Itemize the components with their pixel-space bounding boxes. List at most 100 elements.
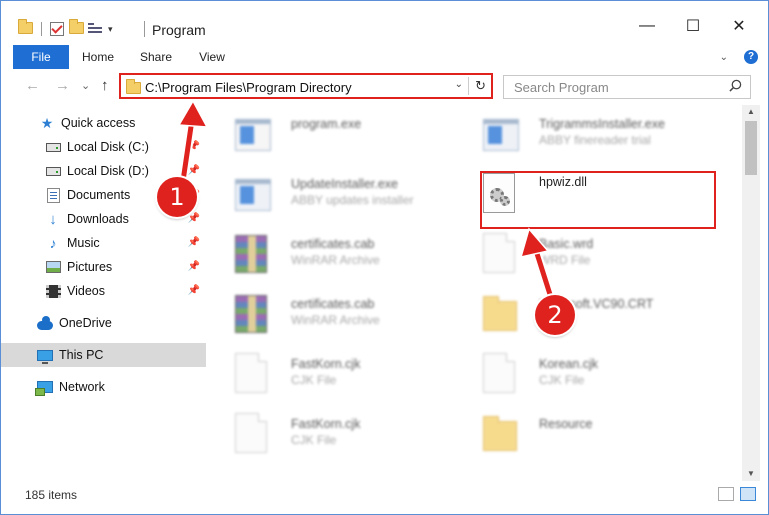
file-item[interactable]: program.exe [211,109,461,165]
quick-access-toolbar: ▾ [17,19,113,37]
star-icon: ★ [40,114,54,131]
sidebar-item-local-disk-c[interactable]: Local Disk (C:) 📌 [1,135,206,159]
sidebar-item-network[interactable]: Network [1,375,206,399]
network-icon [35,379,53,396]
sidebar-item-label: Local Disk (C:) [67,140,149,154]
address-bar[interactable]: C:\Program Files\Program Directory ⌄ ↻ [119,73,493,99]
file-item[interactable]: FastKorn.cjk CJK File [211,349,461,405]
file-item[interactable]: certificates.cab WinRAR Archive [211,289,461,345]
file-item[interactable]: certificates.cab WinRAR Archive [211,229,461,285]
sidebar-item-quick-access[interactable]: ★ Quick access [1,111,206,135]
sidebar-item-onedrive[interactable]: OneDrive [1,311,206,335]
sidebar-item-videos[interactable]: Videos 📌 [1,279,206,303]
document-icon [483,233,519,275]
up-button[interactable]: ↑ [101,77,109,94]
documents-icon [45,187,61,203]
new-folder-icon[interactable] [68,19,84,37]
window-title: Program [152,22,206,38]
back-button[interactable]: ← [25,77,40,94]
address-divider [468,77,469,95]
file-name: FastKorn.cjk [291,417,361,431]
pin-icon[interactable]: 📌 [188,141,200,152]
download-icon: ↓ [49,210,57,228]
sidebar-item-label: Pictures [67,260,113,274]
file-item[interactable]: TrigrammsInstaller.exe ABBY finereader t… [459,109,709,165]
status-bar: 185 items [1,483,768,507]
file-type: CJK File [291,373,337,387]
computer-icon [37,347,53,364]
step-marker-1: 1 [157,177,197,217]
pin-icon[interactable]: 📌 [188,165,200,176]
file-item[interactable]: FastKorn.cjk CJK File [211,409,461,465]
highlight-box-hpwiz-dll [480,171,716,229]
forward-button[interactable]: → [55,77,70,94]
window-controls: — ☐ ✕ [624,11,762,41]
minimize-button[interactable]: — [624,11,670,41]
ribbon-tabs: File Home Share View ⌄ ? [1,45,768,69]
qat-dropdown-icon[interactable]: ▾ [108,24,113,35]
title-bar: ▾ Program — ☐ ✕ [1,1,768,38]
sidebar-item-this-pc[interactable]: This PC [1,343,206,367]
address-path[interactable]: C:\Program Files\Program Directory [145,80,352,95]
file-type: CJK File [291,433,337,447]
file-type: ABBY finereader trial [539,133,651,147]
help-icon[interactable]: ? [744,50,758,64]
details-view-icon[interactable] [718,487,734,501]
sidebar-item-label: This PC [59,348,104,362]
sidebar-item-label: Network [59,380,105,394]
sidebar-item-music[interactable]: ♪ Music 📌 [1,231,206,255]
exe-icon [235,173,271,215]
scroll-up-icon[interactable]: ▲ [742,105,760,119]
file-name: certificates.cab [291,237,375,251]
search-input[interactable]: Search Program [503,75,751,99]
maximize-button[interactable]: ☐ [670,11,716,41]
tab-home[interactable]: Home [81,45,115,69]
item-count: 185 items [25,488,78,502]
scroll-down-icon[interactable]: ▼ [742,467,760,481]
tab-view[interactable]: View [198,45,226,69]
file-explorer-window: ▾ Program — ☐ ✕ File Home Share View ⌄ ?… [0,0,769,515]
scrollbar-thumb[interactable] [745,121,757,175]
file-item[interactable]: Basic.wrd WRD File [459,229,709,285]
toolbar-separator [41,22,42,36]
sidebar-item-label: Quick access [61,116,136,130]
drive-icon [45,139,61,155]
pin-icon[interactable]: 📌 [188,237,200,248]
videos-icon [45,283,61,299]
customize-list-icon[interactable] [88,22,104,36]
music-icon: ♪ [49,235,57,251]
navigation-bar: ← → ⌄ ↑ C:\Program Files\Program Directo… [1,73,768,101]
step-marker-2: 2 [535,295,575,335]
file-item[interactable]: Resource [459,409,709,465]
pin-icon[interactable]: 📌 [188,261,200,272]
refresh-icon[interactable]: ↻ [475,78,486,94]
expand-ribbon-icon[interactable]: ⌄ [720,52,728,63]
exe-icon [235,113,271,155]
document-icon [235,413,271,455]
recent-locations-button[interactable]: ⌄ [81,79,90,92]
sidebar-item-pictures[interactable]: Pictures 📌 [1,255,206,279]
navigation-pane: ★ Quick access Local Disk (C:) 📌 Local D… [1,107,206,479]
sidebar-item-label: Music [67,236,100,250]
tab-file[interactable]: File [13,45,69,69]
folder-icon [483,413,519,455]
close-button[interactable]: ✕ [716,11,762,41]
search-icon[interactable] [729,79,742,92]
file-item[interactable]: Microsoft.VC90.CRT [459,289,709,345]
properties-check-icon[interactable] [50,22,64,36]
chevron-down-icon[interactable]: ⌄ [455,79,463,90]
pin-icon[interactable]: 📌 [188,213,200,224]
sidebar-item-label: Downloads [67,212,129,226]
vertical-scrollbar[interactable]: ▲ ▼ [742,105,760,481]
large-icons-view-icon[interactable] [740,487,756,501]
tab-share[interactable]: Share [140,45,172,69]
search-placeholder: Search Program [514,80,609,95]
file-name: Basic.wrd [539,237,594,251]
file-name: FastKorn.cjk [291,357,361,371]
sidebar-item-label: OneDrive [59,316,112,330]
document-icon [235,353,271,395]
file-item[interactable]: Korean.cjk CJK File [459,349,709,405]
pin-icon[interactable]: 📌 [188,285,200,296]
file-item[interactable]: UpdateInstaller.exe ABBY updates install… [211,169,461,225]
cloud-icon [37,315,53,331]
